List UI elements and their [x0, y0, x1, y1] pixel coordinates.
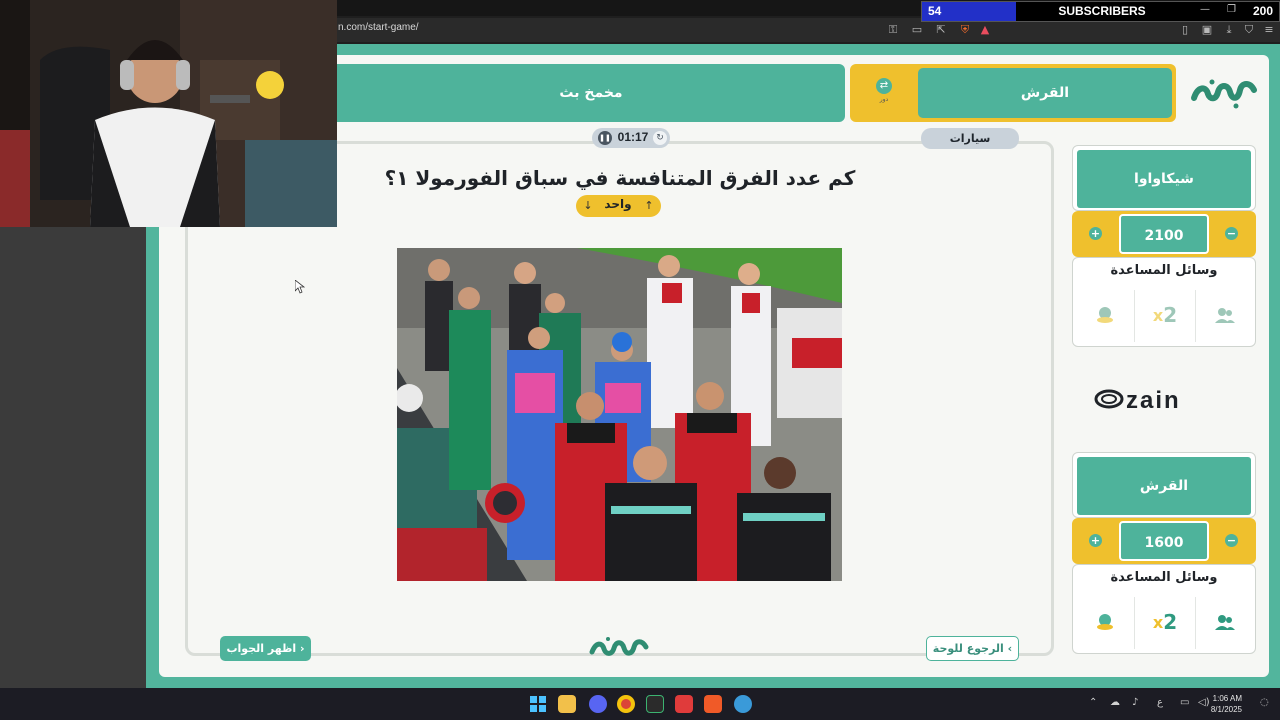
category-badge: سيارات	[921, 128, 1019, 149]
arrow-down-icon[interactable]: ↓	[581, 198, 595, 214]
sponsor-name: zain	[1126, 387, 1181, 413]
app-icon[interactable]	[675, 695, 693, 713]
subscriber-goal: 200	[1252, 4, 1273, 18]
arrow-up-icon[interactable]: ↑	[642, 198, 656, 214]
time: 1:06 AM	[1212, 694, 1242, 703]
call-friend-icon[interactable]	[1195, 593, 1255, 651]
network-icon[interactable]: ▭	[1180, 697, 1189, 708]
cast-icon[interactable]: ▭	[910, 23, 924, 37]
swap-icon: ⇄	[876, 78, 892, 94]
minimize-icon[interactable]: —	[1200, 4, 1210, 15]
cloud-icon[interactable]: ☁	[1110, 697, 1120, 708]
question-image	[397, 248, 842, 581]
turn-indicator: ⇄ دور	[874, 78, 894, 108]
timer-value: 01:17	[617, 130, 649, 144]
team-panel-1: شيكاواوا + 2100 − وسائل المساعدة x2	[1072, 145, 1256, 347]
app-logo-small	[589, 637, 649, 656]
excel-icon[interactable]	[646, 695, 664, 713]
timer: ❚❚ 01:17 ↻	[592, 128, 670, 148]
chrome-icon[interactable]	[617, 695, 635, 713]
download-icon[interactable]: ⤓	[1222, 23, 1236, 37]
team-name[interactable]: شيكاواوا	[1077, 150, 1251, 208]
team-score: 2100	[1119, 214, 1209, 254]
score-row: + 2100 −	[1072, 211, 1256, 257]
brave-icon[interactable]	[704, 695, 722, 713]
notifications-icon[interactable]: ◌	[1260, 697, 1269, 708]
subscriber-count: 54	[922, 2, 1016, 21]
menu-icon[interactable]: ≡	[1262, 23, 1276, 37]
start-icon[interactable]	[529, 695, 547, 713]
wallet-icon[interactable]: ▣	[1200, 23, 1214, 37]
microphone-icon[interactable]: ♪	[1132, 697, 1138, 708]
vpn-icon[interactable]: ⛉	[1242, 23, 1256, 37]
show-answer-button[interactable]: اظهر الجواب ›	[220, 636, 311, 661]
team-panel-2: القرش + 1600 − وسائل المساعدة x2	[1072, 452, 1256, 654]
discord-icon[interactable]	[589, 695, 607, 713]
hole-icon[interactable]	[1075, 593, 1135, 651]
team-name[interactable]: القرش	[1077, 457, 1251, 515]
volume-icon[interactable]: ◁)	[1198, 697, 1210, 708]
hole-icon[interactable]	[1075, 286, 1135, 344]
back-to-board-button[interactable]: الرجوع للوحة ‹	[926, 636, 1019, 661]
webcam-overlay	[0, 0, 337, 227]
plus-icon[interactable]: +	[1089, 534, 1102, 547]
question-text: كم عدد الفرق المتنافسة في سباق الفورمولا…	[384, 166, 856, 190]
points-label: واحد	[604, 197, 632, 211]
help-aids-title: وسائل المساعدة	[1110, 570, 1218, 585]
help-aids: وسائل المساعدة x2	[1072, 257, 1256, 347]
chevron-right-icon: ›	[299, 642, 305, 655]
subscriber-label: SUBSCRIBERS	[1058, 4, 1146, 18]
score-row: + 1600 −	[1072, 518, 1256, 564]
subscriber-goal-overlay: 54 SUBSCRIBERS — ❐ 200	[921, 1, 1280, 22]
help-aids-title: وسائل المساعدة	[1110, 263, 1218, 278]
reset-timer-icon[interactable]: ↻	[653, 131, 667, 145]
brave-shield-icon[interactable]: ⛨	[958, 23, 972, 37]
restore-icon[interactable]: ❐	[1227, 4, 1236, 15]
points-selector: ↓ واحد ↑	[576, 195, 661, 217]
back-to-board-label: الرجوع للوحة	[932, 642, 1004, 655]
date: 8/1/2025	[1210, 705, 1242, 714]
language-indicator[interactable]: ع	[1157, 697, 1163, 708]
clock[interactable]: 1:06 AM 8/1/2025	[1211, 693, 1242, 715]
help-aids: وسائل المساعدة x2	[1072, 564, 1256, 654]
taskbar: ⌃ ☁ ♪ ع ▭ ◁) 1:06 AM 8/1/2025 ◌	[0, 688, 1280, 720]
sidebar-icon[interactable]: ▯	[1178, 23, 1192, 37]
globe-icon[interactable]	[734, 695, 752, 713]
team-button-left[interactable]: مخمخ بث	[337, 64, 845, 122]
url-text[interactable]: n.com/start-game/	[338, 22, 419, 33]
pause-icon[interactable]: ❚❚	[598, 131, 612, 145]
plus-icon[interactable]: +	[1089, 227, 1102, 240]
sponsor-logo: zain	[1094, 387, 1181, 413]
minus-icon[interactable]: −	[1225, 227, 1238, 240]
brave-rewards-icon[interactable]: ▲	[978, 23, 992, 37]
show-answer-label: اظهر الجواب	[226, 642, 297, 655]
minus-icon[interactable]: −	[1225, 534, 1238, 547]
call-friend-icon[interactable]	[1195, 286, 1255, 344]
turn-label: دور	[879, 96, 889, 103]
team-button-active[interactable]: القرش	[918, 68, 1172, 118]
double-points-icon[interactable]: x2	[1135, 286, 1195, 344]
mouse-cursor-icon	[295, 280, 305, 294]
key-icon[interactable]: ⚿	[886, 23, 900, 37]
chevron-left-icon: ‹	[1007, 642, 1013, 655]
team-name-frame: القرش	[1072, 452, 1256, 518]
team-name-frame: شيكاواوا	[1072, 145, 1256, 211]
team-score: 1600	[1119, 521, 1209, 561]
double-points-icon[interactable]: x2	[1135, 593, 1195, 651]
file-explorer-icon[interactable]	[558, 695, 576, 713]
share-icon[interactable]: ⇱	[934, 23, 948, 37]
app-logo[interactable]	[1190, 72, 1260, 112]
active-team-header: ⇄ دور القرش	[850, 64, 1176, 122]
chevron-up-icon[interactable]: ⌃	[1089, 697, 1097, 708]
